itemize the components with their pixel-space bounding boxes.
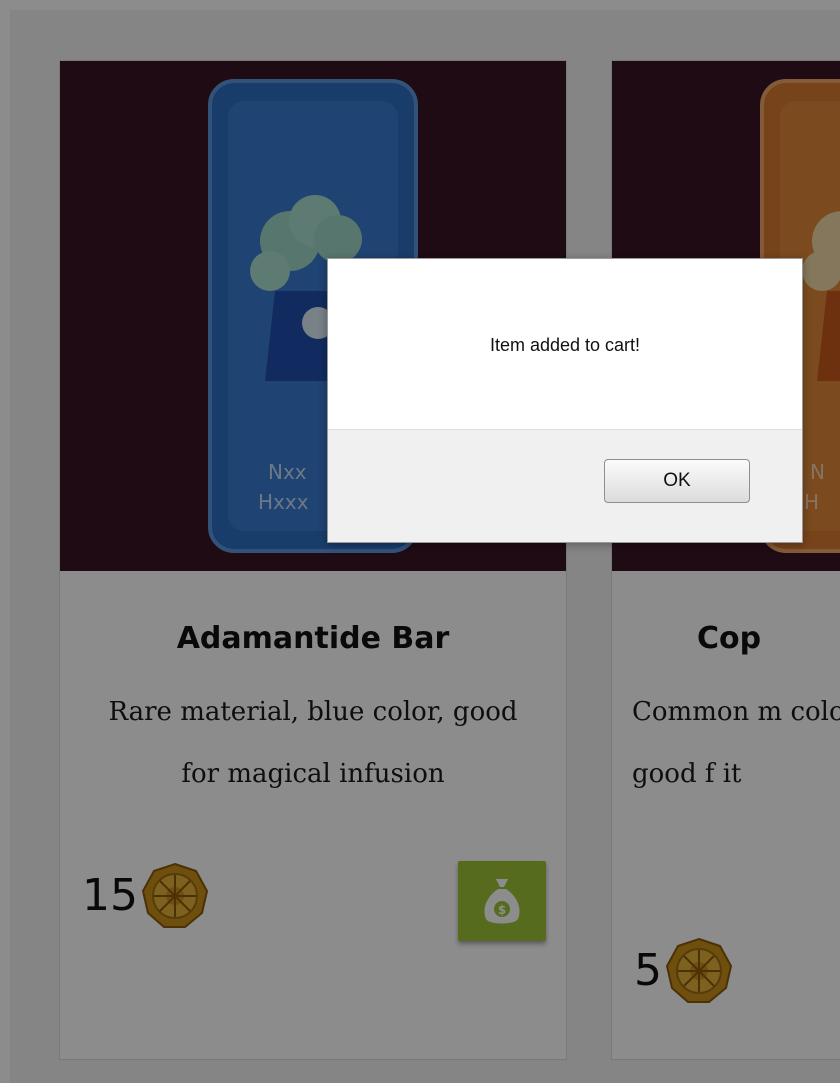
dialog-footer: OK	[328, 429, 802, 542]
dialog-message: Item added to cart!	[489, 335, 641, 355]
alert-dialog: Item added to cart! OK	[327, 258, 803, 543]
ok-button[interactable]: OK	[604, 459, 750, 503]
